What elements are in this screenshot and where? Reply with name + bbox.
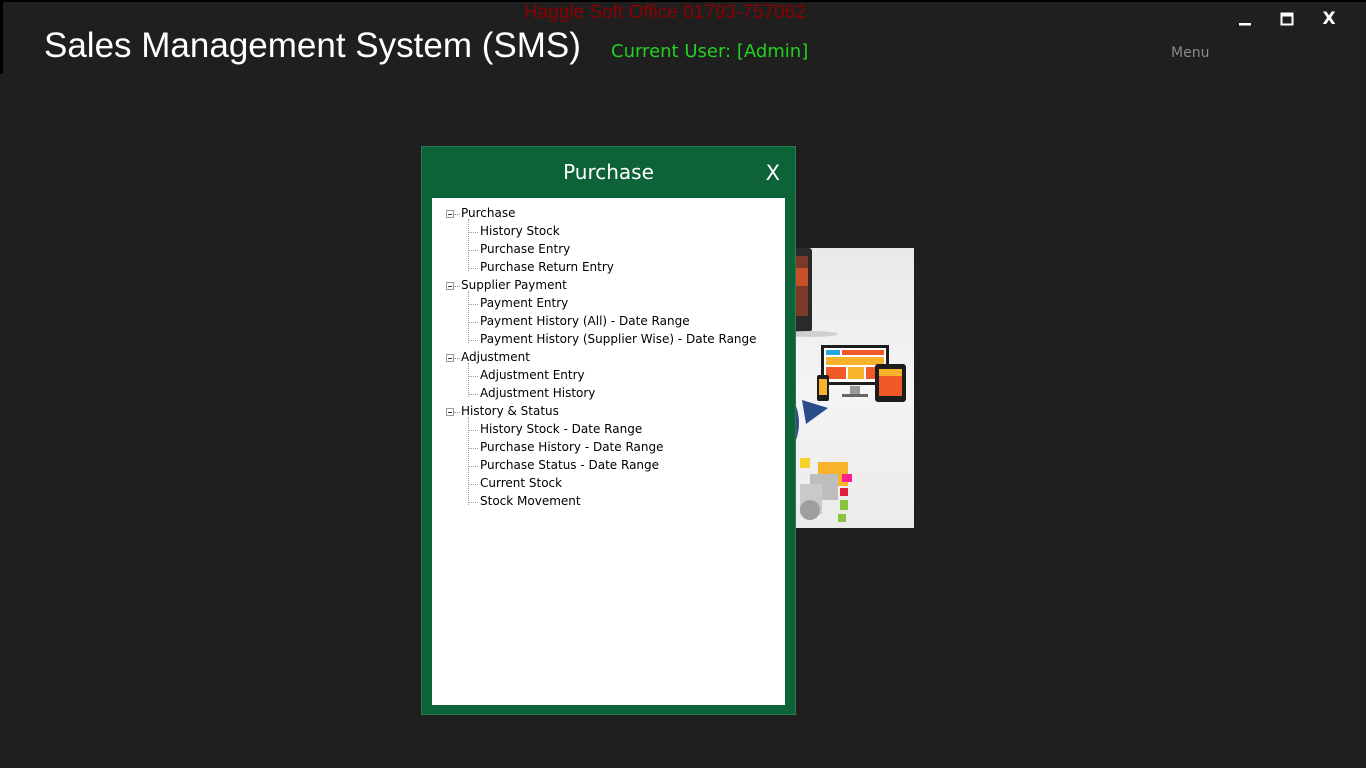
- tree-item[interactable]: Current Stock: [480, 476, 562, 490]
- minimize-button[interactable]: [1224, 8, 1266, 30]
- menu-link[interactable]: Menu: [1171, 45, 1209, 61]
- tree-item[interactable]: Payment Entry: [480, 296, 568, 310]
- tree-node-0[interactable]: Purchase: [461, 206, 516, 220]
- tree-connector: [468, 466, 478, 467]
- tree-item[interactable]: Payment History (All) - Date Range: [480, 314, 690, 328]
- tree-connector: [468, 394, 478, 395]
- tree-expander[interactable]: [446, 408, 454, 416]
- tree-connector: [454, 412, 460, 413]
- tree-connector: [468, 219, 469, 271]
- tree-connector: [468, 430, 478, 431]
- maximize-button[interactable]: [1266, 8, 1308, 30]
- tree-expander[interactable]: [446, 354, 454, 362]
- devices-illustration: [780, 248, 914, 528]
- tree-connector: [468, 250, 478, 251]
- tree-connector: [468, 502, 478, 503]
- tree-connector: [468, 448, 478, 449]
- tree-item[interactable]: Adjustment History: [480, 386, 595, 400]
- tree-item[interactable]: Purchase History - Date Range: [480, 440, 664, 454]
- window-close-button[interactable]: X: [1308, 8, 1350, 30]
- tree-connector: [468, 484, 478, 485]
- tree-connector: [468, 291, 469, 343]
- tree-connector: [468, 304, 478, 305]
- tree-connector: [468, 363, 469, 397]
- maximize-icon: [1280, 12, 1294, 26]
- tree-item[interactable]: History Stock - Date Range: [480, 422, 642, 436]
- tree-item[interactable]: Purchase Status - Date Range: [480, 458, 659, 472]
- tree-connector: [468, 232, 478, 233]
- tree-connector: [468, 268, 478, 269]
- tree-connector: [468, 322, 478, 323]
- tree-expander[interactable]: [446, 210, 454, 218]
- tree-item[interactable]: Stock Movement: [480, 494, 581, 508]
- tree-connector: [468, 340, 478, 341]
- window-controls: X: [1224, 8, 1350, 30]
- tree-connector: [454, 358, 460, 359]
- tree-node-1[interactable]: Supplier Payment: [461, 278, 567, 292]
- dialog-close-button[interactable]: X: [766, 161, 780, 185]
- tree-node-2[interactable]: Adjustment: [461, 350, 530, 364]
- tree-item[interactable]: Purchase Return Entry: [480, 260, 614, 274]
- window-close-label: X: [1322, 9, 1336, 29]
- company-banner: Haggle Soft Office 01793-757062: [524, 2, 806, 23]
- minimize-icon: [1239, 23, 1251, 26]
- tree-connector: [454, 286, 460, 287]
- tree-expander[interactable]: [446, 282, 454, 290]
- left-edge: [0, 0, 3, 74]
- purchase-tree-panel: Purchase History Stock Purchase Entry Purch…: [432, 198, 785, 705]
- tree-item[interactable]: Adjustment Entry: [480, 368, 585, 382]
- purchase-tree[interactable]: Purchase History Stock Purchase Entry Purch…: [432, 198, 785, 705]
- dialog-title: Purchase: [563, 160, 654, 184]
- devices-illustration-art: [782, 248, 906, 522]
- tree-item[interactable]: Purchase Entry: [480, 242, 570, 256]
- tree-item[interactable]: Payment History (Supplier Wise) - Date R…: [480, 332, 757, 346]
- tree-connector: [468, 376, 478, 377]
- purchase-dialog: Purchase X Purchase History Stock Purchase…: [421, 146, 796, 715]
- tree-node-3[interactable]: History & Status: [461, 404, 559, 418]
- current-user-label: Current User: [Admin]: [611, 41, 809, 62]
- app-title: Sales Management System (SMS): [44, 26, 581, 65]
- tree-item[interactable]: History Stock: [480, 224, 560, 238]
- tree-connector: [454, 214, 460, 215]
